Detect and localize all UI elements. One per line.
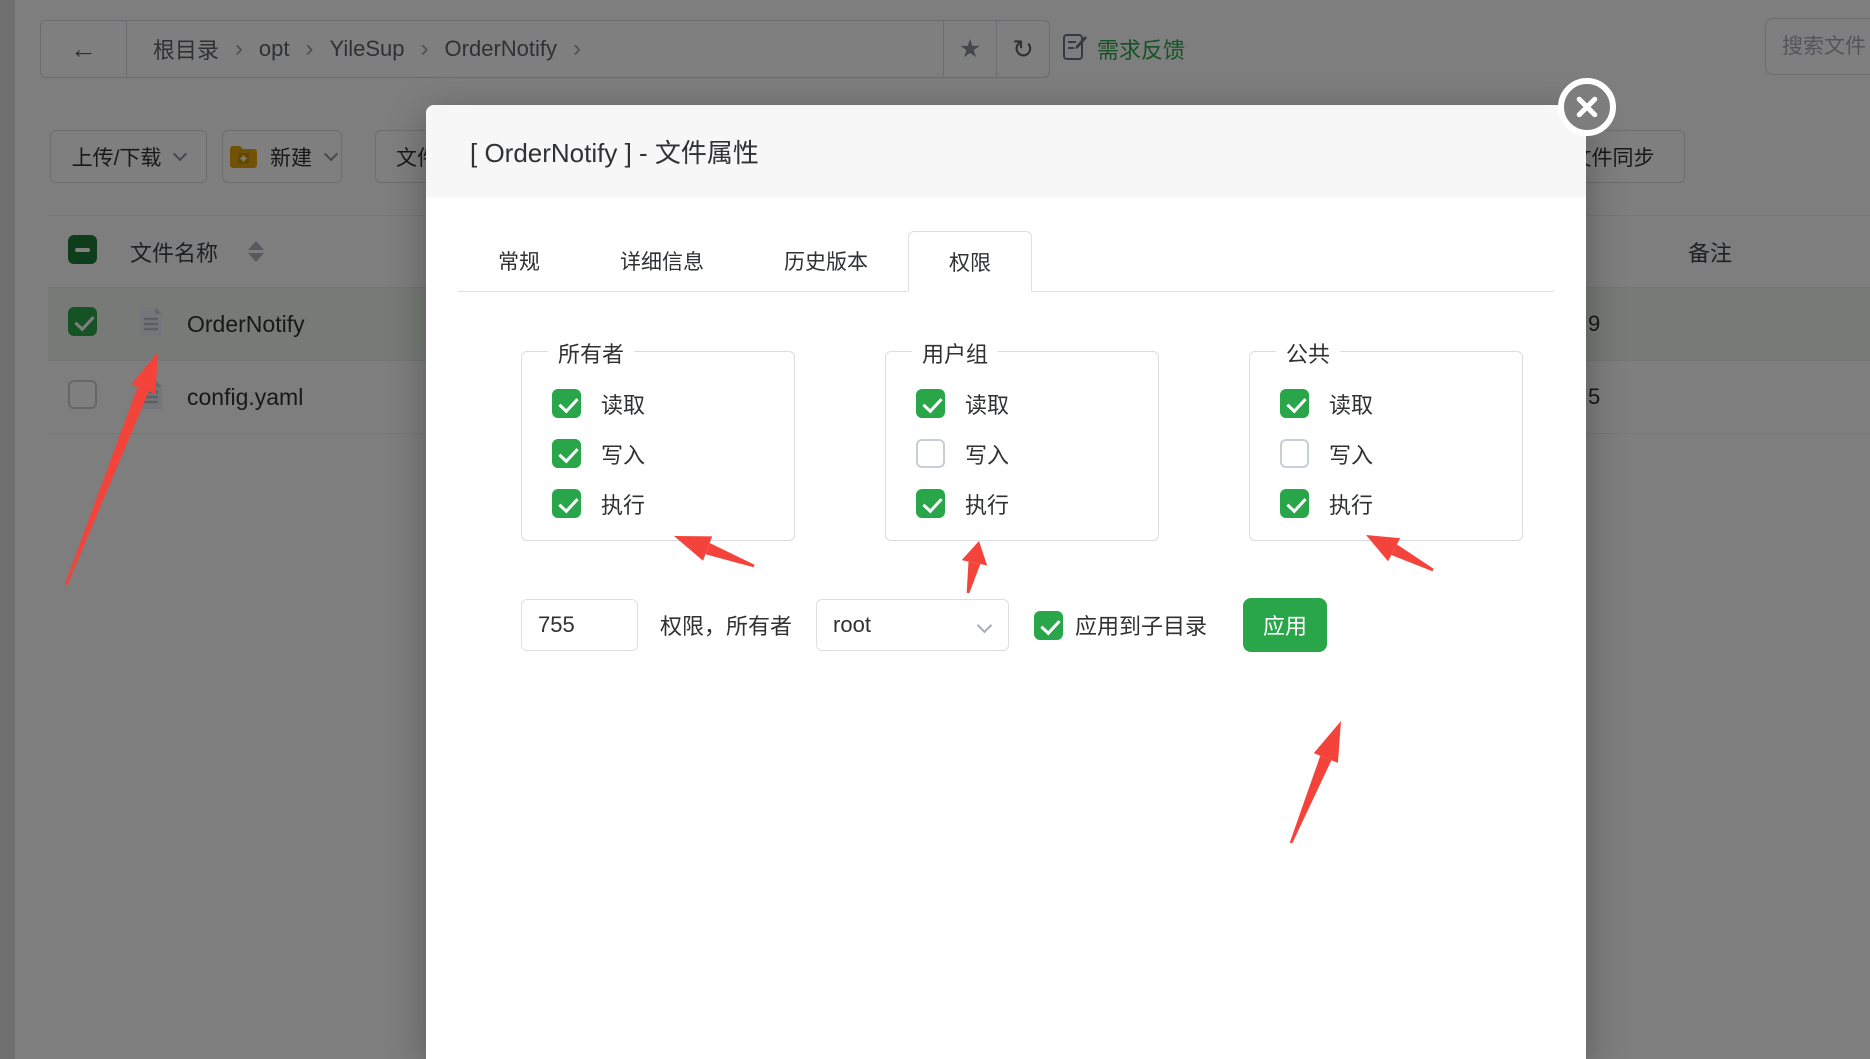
apply-recursive-checkbox[interactable] — [1034, 611, 1063, 640]
perm-label-write: 写入 — [601, 438, 645, 470]
group-title-owner: 所有者 — [548, 337, 634, 369]
perm-label-write: 写入 — [1329, 438, 1373, 470]
perm-owner-write: 写入 — [552, 439, 794, 468]
permission-groups: 所有者 读取 写入 执行 用户组 — [521, 351, 1523, 541]
tab-general[interactable]: 常规 — [458, 231, 580, 291]
perm-public-write: 写入 — [1280, 439, 1522, 468]
group-title-usergroup: 用户组 — [912, 337, 998, 369]
permission-controls: 权限，所有者 root 应用到子目录 应用 — [521, 597, 1327, 653]
checkbox-group-write[interactable] — [916, 439, 945, 468]
perm-label-read: 读取 — [1329, 388, 1373, 420]
permission-group-public: 公共 读取 写入 执行 — [1249, 351, 1523, 541]
file-properties-dialog: [ OrderNotify ] - 文件属性 常规 详细信息 历史版本 权限 所… — [426, 105, 1586, 1059]
perm-label-execute: 执行 — [601, 488, 645, 520]
tab-history-label: 历史版本 — [784, 246, 868, 276]
checkbox-group-execute[interactable] — [916, 489, 945, 518]
tab-permissions-label: 权限 — [949, 247, 991, 277]
checkbox-owner-execute[interactable] — [552, 489, 581, 518]
owner-select-value: root — [833, 612, 871, 638]
permission-group-owner: 所有者 读取 写入 执行 — [521, 351, 795, 541]
checkbox-group-read[interactable] — [916, 389, 945, 418]
apply-recursive-label: 应用到子目录 — [1075, 609, 1207, 641]
checkbox-owner-write[interactable] — [552, 439, 581, 468]
perm-label-execute: 执行 — [1329, 488, 1373, 520]
checkbox-public-write[interactable] — [1280, 439, 1309, 468]
close-icon[interactable] — [1558, 78, 1616, 136]
apply-recursive-option[interactable]: 应用到子目录 — [1034, 609, 1207, 641]
perm-public-read: 读取 — [1280, 389, 1522, 418]
perm-owner-execute: 执行 — [552, 489, 794, 518]
perm-public-execute: 执行 — [1280, 489, 1522, 518]
mode-input[interactable] — [521, 599, 638, 651]
dialog-header: [ OrderNotify ] - 文件属性 — [426, 105, 1586, 197]
tab-general-label: 常规 — [498, 246, 540, 276]
perm-owner-read: 读取 — [552, 389, 794, 418]
dialog-title: [ OrderNotify ] - 文件属性 — [470, 133, 759, 170]
checkbox-public-read[interactable] — [1280, 389, 1309, 418]
dialog-tabs: 常规 详细信息 历史版本 权限 — [458, 231, 1554, 292]
checkbox-public-execute[interactable] — [1280, 489, 1309, 518]
mode-label: 权限，所有者 — [660, 609, 792, 641]
tab-history[interactable]: 历史版本 — [744, 231, 908, 291]
group-title-public: 公共 — [1276, 337, 1340, 369]
perm-label-write: 写入 — [965, 438, 1009, 470]
perm-group-read: 读取 — [916, 389, 1158, 418]
tab-permissions[interactable]: 权限 — [908, 231, 1032, 292]
perm-label-read: 读取 — [601, 388, 645, 420]
chevron-down-icon — [977, 618, 993, 634]
tab-details[interactable]: 详细信息 — [580, 231, 744, 291]
tab-details-label: 详细信息 — [620, 246, 704, 276]
perm-label-execute: 执行 — [965, 488, 1009, 520]
checkbox-owner-read[interactable] — [552, 389, 581, 418]
apply-button[interactable]: 应用 — [1243, 598, 1327, 652]
screen: ← 根目录 › opt › YileSup › OrderNotify › ★ … — [0, 0, 1870, 1059]
perm-group-write: 写入 — [916, 439, 1158, 468]
perm-label-read: 读取 — [965, 388, 1009, 420]
owner-select[interactable]: root — [816, 599, 1009, 651]
permission-group-usergroup: 用户组 读取 写入 执行 — [885, 351, 1159, 541]
perm-group-execute: 执行 — [916, 489, 1158, 518]
